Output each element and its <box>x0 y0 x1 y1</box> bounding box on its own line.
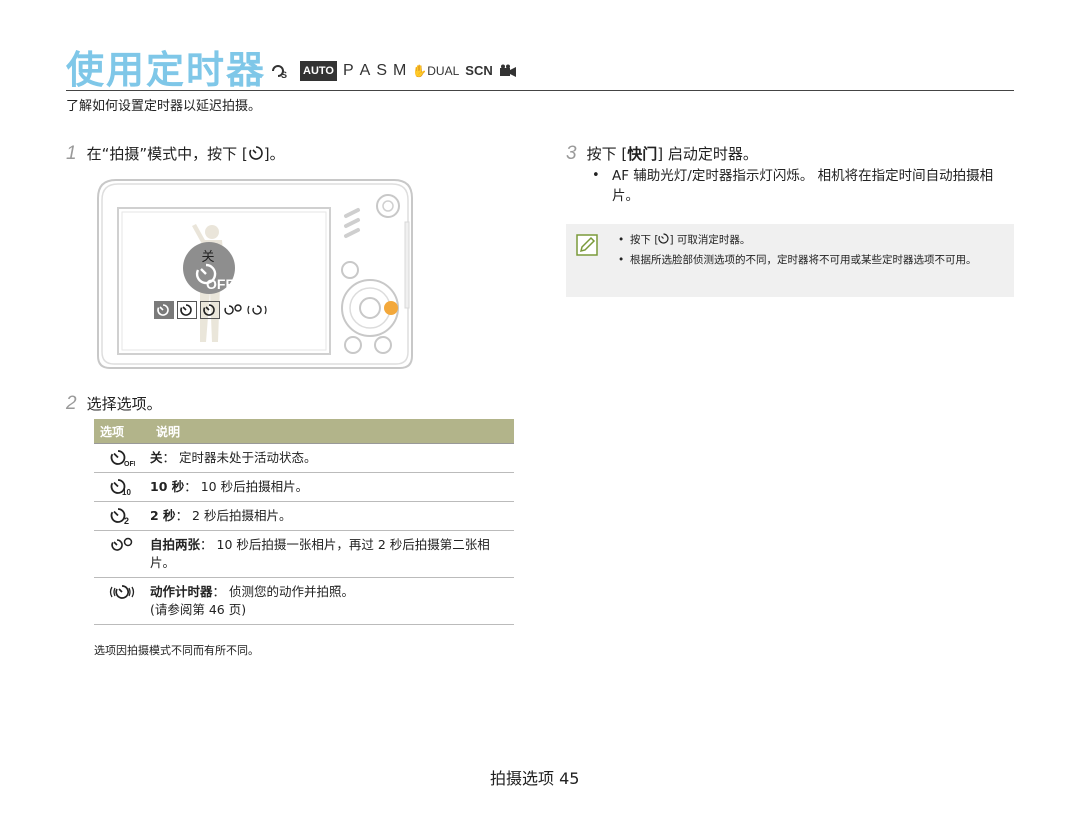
step-text: 选择选项。 <box>86 395 162 413</box>
timer-off-icon: OFF <box>110 450 135 467</box>
movie-camera-icon <box>499 64 516 77</box>
table-row: 2 2 秒： 2 秒后拍摄相片。 <box>94 502 514 531</box>
step-1: 1 在“拍摄”模式中，按下 []。 <box>66 143 285 165</box>
strip-timer-2 <box>200 301 220 319</box>
page-footer: 拍摄选项 45 <box>490 769 580 788</box>
svg-text:10: 10 <box>122 488 131 496</box>
double-timer-icon <box>111 537 133 551</box>
step-number: 3 <box>566 143 577 164</box>
m-mode: M <box>392 62 407 79</box>
strip-motion-timer <box>246 301 268 319</box>
scn-mode: SCN <box>465 63 493 78</box>
step-number: 2 <box>66 393 77 414</box>
col-description: 说明 <box>156 424 181 439</box>
timer-icon <box>658 233 669 244</box>
svg-text:OFF: OFF <box>124 461 135 467</box>
step-3-bullet: • AF 辅助光灯/定时器指示灯闪烁。 相机将在指定时间自动拍摄相片。 <box>592 168 994 204</box>
col-option: 选项 <box>100 424 125 439</box>
motion-timer-icon <box>109 585 135 599</box>
camera-illustration: 关 OFF <box>94 178 416 370</box>
note-icon <box>576 234 598 256</box>
strip-timer-off <box>154 301 174 319</box>
a-mode: A <box>359 62 371 79</box>
step-3: 3 按下 [快门] 启动定时器。 <box>566 143 758 165</box>
strip-double-timer <box>223 301 243 319</box>
bullet-dot: • <box>592 168 600 183</box>
mode-icons: S AUTO P A S M ✋DUAL SCN <box>268 60 517 82</box>
note-item: • 根据所选脸部侦测选项的不同，定时器将不可用或某些定时器选项不可用。 <box>618 254 977 266</box>
header-rule <box>66 90 1014 91</box>
intro-text: 了解如何设置定时器以延迟拍摄。 <box>66 99 262 114</box>
table-row: 10 10 秒： 10 秒后拍摄相片。 <box>94 473 514 502</box>
page-title: 使用定时器 <box>66 48 267 92</box>
table-row: 自拍两张： 10 秒后拍摄一张相片，再过 2 秒后拍摄第二张相片。 <box>94 531 514 578</box>
timer-2s-icon: 2 <box>110 508 129 525</box>
note-list: • 按下 [] 可取消定时器。 • 根据所选脸部侦测选项的不同，定时器将不可用或… <box>618 232 1004 268</box>
step-text: 按下 [快门] 启动定时器。 <box>586 145 758 163</box>
auto-mode: AUTO <box>300 61 337 81</box>
strip-timer-10 <box>177 301 197 319</box>
s-mode: S <box>376 62 387 79</box>
off-text: OFF <box>206 276 234 292</box>
step-number: 1 <box>66 143 77 164</box>
svg-text:2: 2 <box>124 516 129 525</box>
table-row: OFF 关： 定时器未处于活动状态。 <box>94 444 514 473</box>
step-text: 在“拍摄”模式中，按下 []。 <box>86 145 285 163</box>
svg-text:S: S <box>281 70 287 80</box>
note-box: • 按下 [] 可取消定时器。 • 根据所选脸部侦测选项的不同，定时器将不可用或… <box>566 224 1014 297</box>
dial-timer-icon <box>292 304 302 314</box>
footnote: 选项因拍摄模式不同而有所不同。 <box>94 644 259 657</box>
hand-icon: ✋ <box>412 64 428 78</box>
note-item: • 按下 [] 可取消定时器。 <box>618 233 751 246</box>
table-header: 选项 说明 <box>94 419 514 444</box>
p-mode: P <box>342 62 354 79</box>
dual-mode: ✋DUAL <box>412 64 460 78</box>
timer-icon <box>248 146 263 160</box>
smart-auto-icon: S <box>272 65 287 80</box>
step-2: 2 选择选项。 <box>66 393 162 415</box>
table-row: 动作计时器： 侦测您的动作并拍照。 (请参阅第 46 页) <box>94 578 514 625</box>
timer-10s-icon: 10 <box>110 479 131 496</box>
options-table: 选项 说明 OFF 关： 定时器未处于活动状态。 10 10 秒： 10 秒后拍… <box>94 419 514 625</box>
option-strip <box>154 301 268 319</box>
